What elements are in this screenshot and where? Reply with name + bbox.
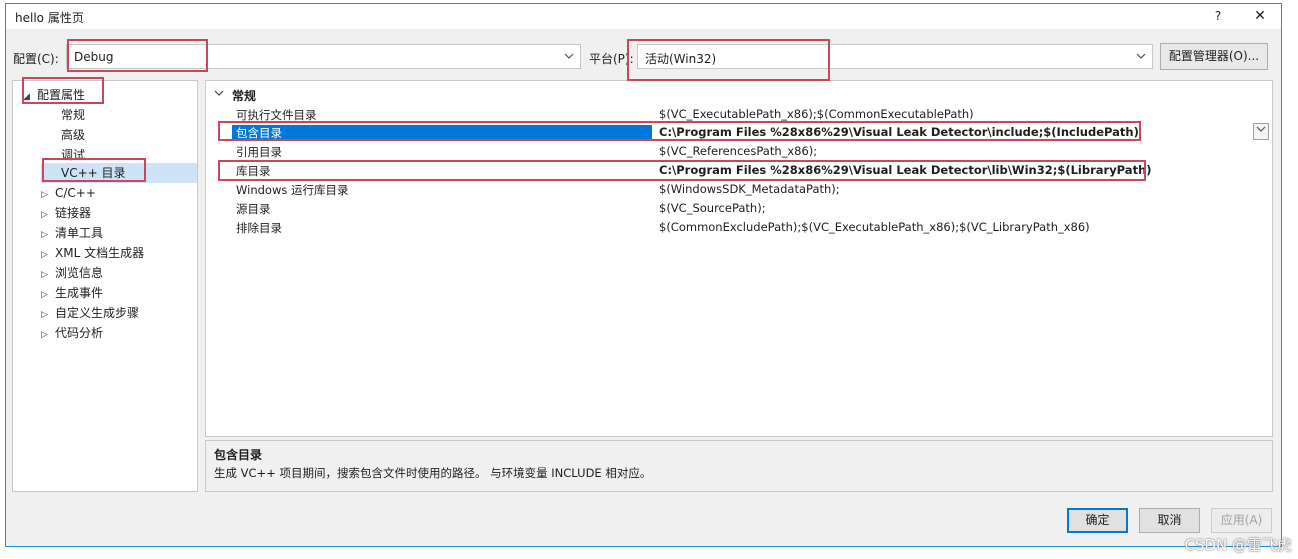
ok-button[interactable]: 确定 [1067,508,1128,533]
tree-item-label: 生成事件 [55,286,104,300]
chevron-down-icon [564,48,574,64]
tree-item-vc-directories[interactable]: VC++ 目录 [41,163,197,183]
row-value: C:\Program Files %28x86%29\Visual Leak D… [659,163,1152,177]
collapsed-triangle-icon: ▷ [41,230,48,240]
tree-root-config-properties[interactable]: ◢ 配置属性 [23,85,85,105]
chevron-down-icon [1136,48,1146,64]
collapsed-triangle-icon: ▷ [41,270,48,280]
description-text: 生成 VC++ 项目期间，搜索包含文件时使用的路径。 与环境变量 INCLUDE… [214,466,652,480]
value-dropdown-button[interactable] [1253,123,1269,140]
tree-item-label: 浏览信息 [55,266,104,280]
tree-item-advanced[interactable]: 高级 [61,125,85,145]
expanded-triangle-icon: ◢ [23,92,30,102]
window-title: hello 属性页 [15,11,84,25]
watermark: CSDN @雷飞虎 [1184,536,1292,554]
tree-item-xml-doc-generator[interactable]: ▷ XML 文档生成器 [41,243,144,263]
tree-item-manifest-tool[interactable]: ▷ 清单工具 [41,223,103,243]
collapsed-triangle-icon: ▷ [41,330,48,340]
grid-row-source-dirs[interactable]: 源目录 $(VC_SourcePath); [206,199,1272,217]
row-value: $(VC_ReferencesPath_x86); [659,144,818,158]
tree-item-code-analysis[interactable]: ▷ 代码分析 [41,323,103,343]
tree-item-debugging[interactable]: 调试 [61,145,85,165]
grid-row-winrt-lib-dirs[interactable]: Windows 运行库目录 $(WindowsSDK_MetadataPath)… [206,180,1272,198]
row-value: $(VC_SourcePath); [659,201,766,215]
description-panel: 包含目录 生成 VC++ 项目期间，搜索包含文件时使用的路径。 与环境变量 IN… [205,440,1273,492]
tree-item-label: 链接器 [55,206,92,220]
grid-row-executable-dirs[interactable]: 可执行文件目录 $(VC_ExecutablePath_x86);$(Commo… [206,105,1272,123]
tree-item-browse-info[interactable]: ▷ 浏览信息 [41,263,103,283]
help-button[interactable]: ? [1207,6,1229,26]
grid-row-library-dirs[interactable]: 库目录 C:\Program Files %28x86%29\Visual Le… [206,161,1272,179]
chevron-down-icon [214,87,224,102]
collapsed-triangle-icon: ▷ [41,210,48,220]
tree-item-general[interactable]: 常规 [61,105,85,125]
platform-dropdown[interactable]: 活动(Win32) [637,44,1153,69]
collapsed-triangle-icon: ▷ [41,250,48,260]
platform-value: 活动(Win32) [645,52,717,66]
platform-label: 平台(P): [589,52,634,66]
close-button[interactable]: ✕ [1247,6,1273,26]
row-name: 包含目录 [232,125,652,141]
tree-item-label: 自定义生成步骤 [55,306,140,320]
property-grid: 常规 可执行文件目录 $(VC_ExecutablePath_x86);$(Co… [205,80,1273,437]
row-name: Windows 运行库目录 [236,183,349,197]
row-name: 排除目录 [236,221,282,235]
row-name: 库目录 [236,164,271,178]
tree-item-label: 清单工具 [55,226,104,240]
collapsed-triangle-icon: ▷ [41,310,48,320]
tree-item-cpp[interactable]: ▷ C/C++ [41,183,96,203]
tree-item-label: XML 文档生成器 [55,246,145,260]
row-name: 源目录 [236,202,271,216]
tree-item-build-events[interactable]: ▷ 生成事件 [41,283,103,303]
description-title: 包含目录 [214,448,263,462]
row-name: 引用目录 [236,145,282,159]
config-value: Debug [74,50,114,64]
row-value: $(WindowsSDK_MetadataPath); [659,182,840,196]
property-tree: ◢ 配置属性 常规 高级 调试 VC++ 目录 ▷ C/C++ ▷ 链接器 ▷ 清单工具… [12,80,198,492]
tree-item-label: 代码分析 [55,326,104,340]
tree-root-label: 配置属性 [37,88,86,102]
cancel-button[interactable]: 取消 [1139,508,1200,533]
grid-row-exclude-dirs[interactable]: 排除目录 $(CommonExcludePath);$(VC_Executabl… [206,218,1272,236]
tree-item-linker[interactable]: ▷ 链接器 [41,203,91,223]
tree-item-custom-build-step[interactable]: ▷ 自定义生成步骤 [41,303,139,323]
collapsed-triangle-icon: ▷ [41,190,48,200]
row-name: 可执行文件目录 [236,108,317,122]
title-bar: hello 属性页 ? ✕ [6,4,1281,29]
config-dropdown[interactable]: Debug [66,44,581,69]
apply-button[interactable]: 应用(A) [1211,508,1272,533]
grid-row-reference-dirs[interactable]: 引用目录 $(VC_ReferencesPath_x86); [206,142,1272,160]
collapsed-triangle-icon: ▷ [41,290,48,300]
row-value: $(VC_ExecutablePath_x86);$(CommonExecuta… [659,107,974,121]
row-value: $(CommonExcludePath);$(VC_ExecutablePath… [659,220,1090,234]
grid-section-title: 常规 [232,89,257,103]
grid-section-header[interactable]: 常规 [206,85,1272,103]
config-label: 配置(C): [13,52,59,66]
config-manager-button[interactable]: 配置管理器(O)... [1160,43,1268,70]
grid-row-include-dirs[interactable]: 包含目录 C:\Program Files %28x86%29\Visual L… [206,123,1272,141]
row-value[interactable]: C:\Program Files %28x86%29\Visual Leak D… [655,125,1265,141]
tree-item-label: C/C++ [55,186,96,200]
